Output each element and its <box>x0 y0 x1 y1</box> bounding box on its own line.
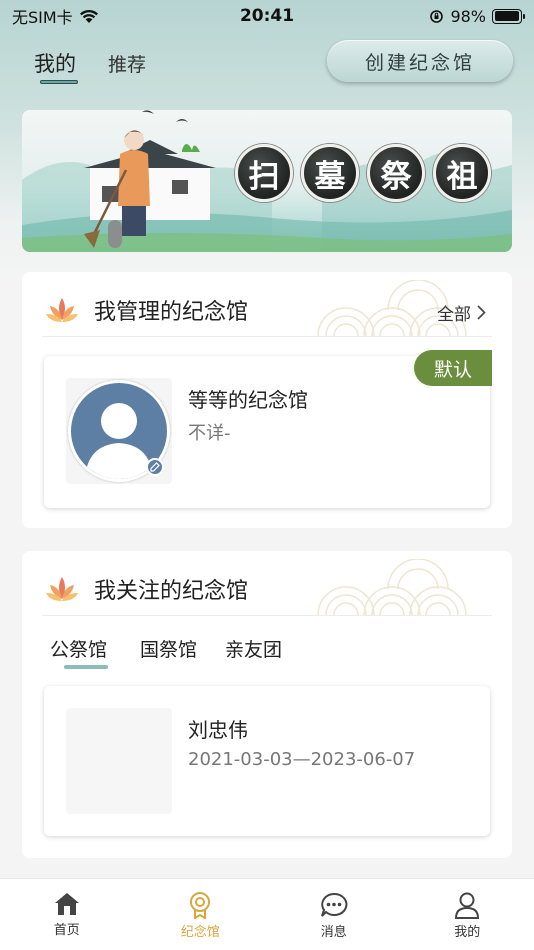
active-tab-indicator <box>64 665 108 669</box>
tabbar-label: 我的 <box>454 925 481 940</box>
tabbar-label: 消息 <box>320 925 347 940</box>
rotation-lock-icon <box>430 9 444 23</box>
tabbar-label: 纪念馆 <box>180 925 220 940</box>
managed-memorials-card: 我管理的纪念馆 全部 等等的纪念馆 不详- 默认 <box>22 272 512 528</box>
tabbar-item-memorial[interactable]: 纪念馆 <box>134 879 268 950</box>
memorial-icon <box>190 892 211 919</box>
lotus-icon <box>46 577 78 601</box>
battery-percent: 98% <box>450 6 486 26</box>
divider <box>42 615 492 616</box>
wave-pattern-decoration <box>317 559 467 615</box>
edit-avatar-icon[interactable] <box>146 458 164 476</box>
message-icon <box>320 892 348 917</box>
tab-friends-group[interactable]: 亲友团 <box>225 635 282 662</box>
tab-mine[interactable]: 我的 <box>34 48 76 78</box>
battery-icon <box>492 8 525 24</box>
banner-char: 扫 <box>235 144 293 202</box>
tab-recommend[interactable]: 推荐 <box>108 50 146 77</box>
memorial-name: 等等的纪念馆 <box>188 388 308 412</box>
followed-header: 我关注的纪念馆 <box>22 551 512 625</box>
lotus-icon <box>46 298 78 322</box>
banner-char: 祖 <box>433 144 491 202</box>
tabbar-item-messages[interactable]: 消息 <box>267 879 401 950</box>
tomb-sweeping-banner[interactable]: 扫 墓 祭 祖 <box>22 110 512 252</box>
default-badge: 默认 <box>414 350 492 386</box>
memorial-dates: 2021-03-03—2023-06-07 <box>188 749 416 770</box>
avatar-frame <box>66 378 172 484</box>
tab-mine-indicator <box>40 80 78 84</box>
wifi-icon <box>79 9 98 23</box>
status-bar: 无SIM卡 20:41 98% <box>0 0 534 32</box>
tabbar-item-profile[interactable]: 我的 <box>401 879 534 950</box>
followed-memorials-card: 我关注的纪念馆 公祭馆 国祭馆 亲友团 刘忠伟 2021-03-03—2023-… <box>22 551 512 858</box>
carrier-label: 无SIM卡 <box>12 8 73 27</box>
tab-public-memorial[interactable]: 公祭馆 <box>50 635 107 662</box>
managed-header: 我管理的纪念馆 全部 <box>22 272 512 346</box>
chevron-right-icon <box>477 305 486 320</box>
battery-level <box>494 11 519 21</box>
managed-memorial-item[interactable]: 等等的纪念馆 不详- 默认 <box>44 350 492 508</box>
see-all-label: 全部 <box>437 305 471 325</box>
banner-char: 墓 <box>301 144 359 202</box>
home-icon <box>54 893 79 915</box>
create-memorial-button[interactable]: 创建纪念馆 <box>327 40 513 82</box>
memorial-photo-placeholder <box>66 708 172 814</box>
followed-title: 我关注的纪念馆 <box>94 579 249 604</box>
tabbar-item-home[interactable]: 首页 <box>0 879 134 950</box>
memorial-name: 刘忠伟 <box>188 718 248 742</box>
tab-national-memorial[interactable]: 国祭馆 <box>140 635 197 662</box>
see-all-link[interactable]: 全部 <box>437 300 486 325</box>
managed-title: 我管理的纪念馆 <box>94 300 249 325</box>
banner-char: 祭 <box>367 144 425 202</box>
followed-memorial-item[interactable]: 刘忠伟 2021-03-03—2023-06-07 <box>44 686 490 836</box>
profile-icon <box>455 892 480 919</box>
divider <box>42 336 492 337</box>
bottom-tab-bar: 首页 纪念馆 消息 我的 <box>0 878 534 950</box>
top-tabs: 我的 推荐 创建纪念馆 <box>0 38 534 90</box>
followed-tabs: 公祭馆 国祭馆 亲友团 <box>50 635 350 671</box>
banner-title: 扫 墓 祭 祖 <box>235 144 491 202</box>
tabbar-label: 首页 <box>53 923 80 938</box>
memorial-subtitle: 不详- <box>188 423 231 444</box>
